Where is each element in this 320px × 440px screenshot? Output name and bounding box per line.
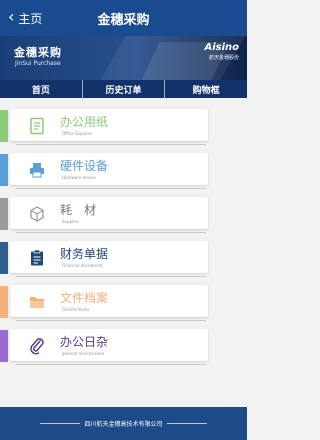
category-label: 耗 材: [60, 203, 97, 217]
divider: [16, 232, 206, 233]
aisino-logo: Aisino 航天金穗股份: [204, 42, 239, 61]
tab-home[interactable]: 首页: [0, 80, 82, 98]
chevron-left-icon: ‹: [8, 7, 15, 26]
category-card[interactable]: 财务单据 Financial documents: [10, 241, 208, 273]
printer-icon: [30, 163, 44, 178]
category-card[interactable]: 文件档案 Files/Archives: [10, 285, 208, 317]
category-consumables[interactable]: 耗 材 Supplies: [0, 196, 247, 236]
category-label: 办公用纸: [60, 115, 109, 129]
category-file-archives[interactable]: 文件档案 Files/Archives: [0, 284, 247, 324]
divider: [16, 188, 206, 189]
tab-cart[interactable]: 购物框: [164, 80, 247, 98]
footer: 四川航天金穗高技术有限公司: [0, 407, 247, 440]
cube-icon: [30, 206, 44, 222]
banner: 金穗采购 JinSui Purchase Aisino 航天金穗股份: [0, 36, 247, 80]
logo-text: Aisino: [204, 42, 239, 53]
folder-icon: [30, 297, 44, 308]
divider: [16, 320, 206, 321]
category-sublabel: Financial documents: [62, 263, 104, 268]
category-general-merchandise[interactable]: 办公日杂 general merchandise: [0, 328, 247, 368]
category-stripe: [0, 330, 8, 362]
category-stripe: [0, 286, 8, 318]
divider: [16, 364, 206, 365]
divider: [16, 144, 206, 145]
category-card[interactable]: 硬件设备 Hardware device: [10, 153, 208, 185]
category-label: 办公日杂: [60, 335, 109, 349]
category-sublabel: Office Supplies: [62, 131, 92, 136]
company-name: 四川航天金穗高技术有限公司: [84, 421, 163, 428]
footer-rule: [40, 423, 81, 424]
logo-subtext: 航天金穗股份: [208, 55, 239, 61]
back-button[interactable]: ‹ 主页: [8, 0, 42, 36]
nav-tabs: 首页 历史订单 购物框: [0, 80, 247, 98]
category-financial-docs[interactable]: 财务单据 Financial documents: [0, 240, 247, 280]
category-card[interactable]: 耗 材 Supplies: [10, 197, 208, 229]
tab-order-history[interactable]: 历史订单: [81, 80, 165, 98]
category-sublabel: Files/Archives: [62, 307, 90, 312]
category-sublabel: general merchandise: [62, 351, 105, 356]
divider: [16, 276, 206, 277]
footer-rule: [166, 423, 207, 424]
category-sublabel: Supplies: [62, 219, 79, 224]
category-stripe: [0, 198, 8, 230]
category-stripe: [0, 110, 8, 142]
document-icon: [30, 117, 44, 135]
paperclip-icon: [30, 338, 44, 355]
category-stripe: [0, 242, 8, 274]
notepad-icon: [31, 249, 43, 266]
category-card[interactable]: 办公用纸 Office Supplies: [10, 109, 208, 141]
page-title: 金穗采购: [97, 12, 150, 28]
back-label: 主页: [18, 11, 43, 26]
banner-title: 金穗采购: [14, 46, 62, 59]
category-office-paper[interactable]: 办公用纸 Office Supplies: [0, 108, 247, 148]
category-hardware[interactable]: 硬件设备 Hardware device: [0, 152, 247, 192]
title-bar: ‹ 主页 金穗采购: [0, 0, 247, 36]
category-label: 硬件设备: [60, 159, 109, 173]
category-sublabel: Hardware device: [62, 175, 96, 180]
category-label: 财务单据: [60, 247, 109, 261]
banner-subtitle: JinSui Purchase: [15, 60, 61, 67]
category-list: 办公用纸 Office Supplies 硬件设备 Hardware devic…: [0, 108, 247, 372]
category-stripe: [0, 154, 8, 186]
category-card[interactable]: 办公日杂 general merchandise: [10, 329, 208, 361]
category-label: 文件档案: [60, 291, 109, 305]
